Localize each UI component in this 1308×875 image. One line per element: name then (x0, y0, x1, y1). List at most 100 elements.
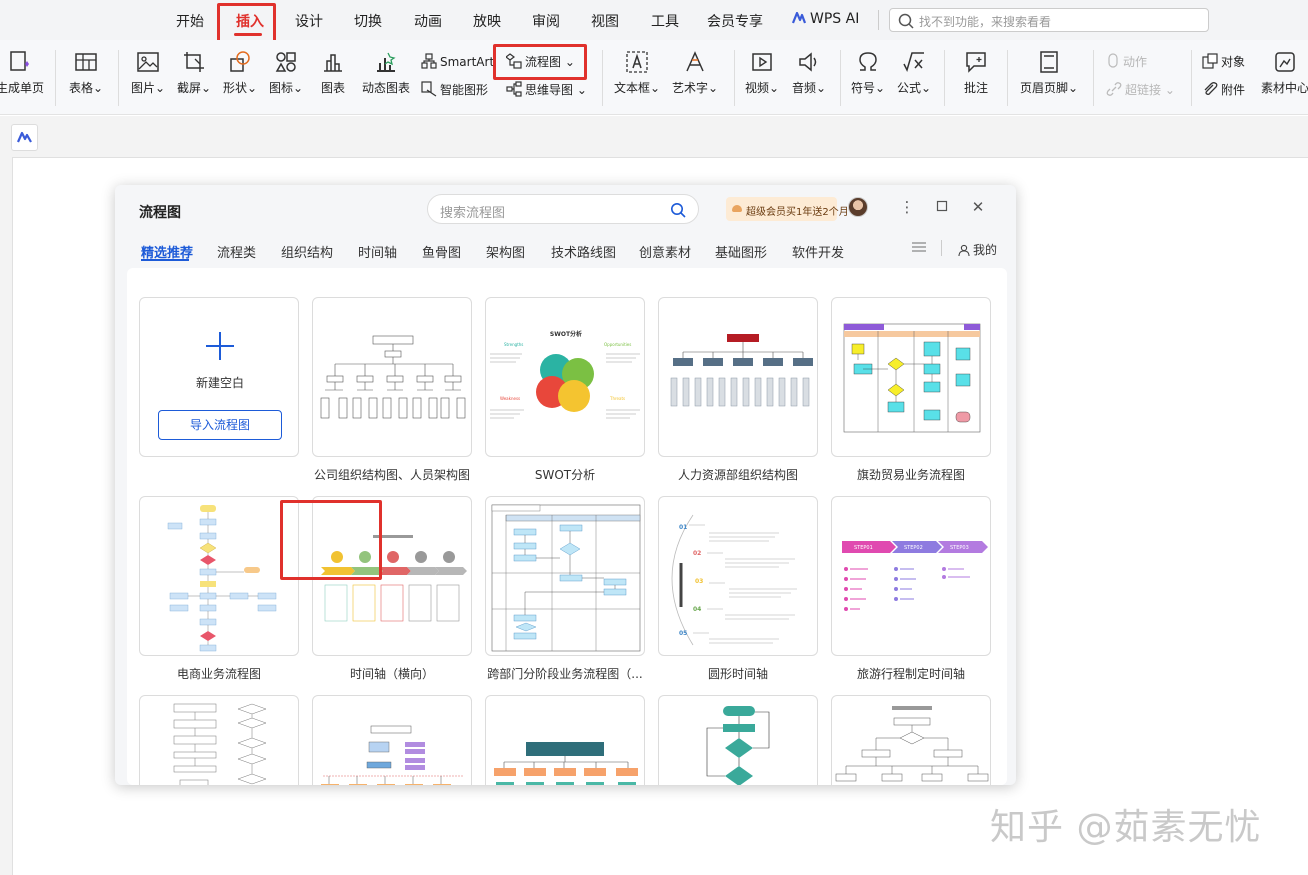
wordart-button[interactable]: 艺术字⌄ (670, 50, 720, 96)
action-button[interactable]: 动作 (1106, 53, 1147, 70)
template-card-row3-4[interactable] (658, 695, 818, 785)
tab-creative[interactable]: 创意素材 (639, 242, 691, 261)
template-search-input[interactable]: 搜索流程图 (427, 194, 699, 224)
menu-vip[interactable]: 会员专享 (707, 11, 763, 31)
my-templates-button[interactable]: 我的 (958, 241, 997, 258)
menu-animation[interactable]: 动画 (414, 11, 442, 31)
plus-icon (206, 332, 234, 360)
tab-architecture[interactable]: 架构图 (486, 242, 525, 261)
tab-process[interactable]: 流程类 (217, 242, 256, 261)
template-card-row3-1[interactable] (139, 695, 299, 785)
menu-tools[interactable]: 工具 (651, 11, 679, 31)
chart-button[interactable]: 图表 (313, 50, 353, 96)
smart-shape-button[interactable]: 智能图形 (421, 81, 488, 98)
more-options-icon[interactable]: ⋮ (898, 198, 916, 216)
wps-ai-side-button[interactable] (11, 124, 38, 151)
menu-review[interactable]: 审阅 (532, 11, 560, 31)
menu-view[interactable]: 视图 (591, 11, 619, 31)
tab-timeline[interactable]: 时间轴 (358, 242, 397, 261)
swot-opportunities: Opportunities (604, 342, 631, 347)
attachment-button[interactable]: 附件 (1202, 81, 1245, 98)
search-icon[interactable] (670, 202, 686, 218)
video-button[interactable]: 视频⌄ (742, 50, 782, 96)
wps-ai-logo-icon (16, 131, 32, 143)
user-icon (958, 244, 970, 257)
picture-button[interactable]: 图片⌄ (128, 50, 168, 96)
template-card-row3-5[interactable] (831, 695, 991, 785)
menu-transition[interactable]: 切换 (354, 11, 382, 31)
generate-page-button[interactable]: 生成单页 (0, 50, 46, 96)
formula-button[interactable]: 公式⌄ (894, 50, 934, 96)
template-card-horizontal-timeline[interactable] (312, 496, 472, 656)
smartart-button[interactable]: SmartArt (421, 53, 494, 69)
hyperlink-button[interactable]: 超链接 ⌄ (1106, 81, 1175, 98)
comment-button[interactable]: 批注 (956, 50, 996, 96)
icon-library-icon (275, 52, 296, 72)
template-card-row3-3[interactable] (485, 695, 645, 785)
shape-label: 形状⌄ (222, 81, 258, 95)
maximize-icon[interactable] (933, 198, 951, 216)
template-card-row3-2[interactable] (312, 695, 472, 785)
screenshot-label: 截屏⌄ (176, 81, 212, 95)
table-button[interactable]: 表格⌄ (66, 50, 106, 96)
template-card-swot[interactable]: SWOT分析 Strengths Opportunities Weakness … (485, 297, 645, 457)
template-thumbnail (321, 725, 463, 785)
list-view-icon[interactable] (912, 242, 926, 252)
toolbar-divider (55, 50, 56, 106)
template-card-cross-dept-flow[interactable] (485, 496, 645, 656)
menu-design[interactable]: 设计 (295, 11, 323, 31)
icon-library-button[interactable]: 图标⌄ (266, 50, 306, 96)
shape-button[interactable]: 形状⌄ (220, 50, 260, 96)
dynamic-chart-label: 动态图表 (361, 81, 410, 95)
toolbar-divider (118, 50, 119, 106)
close-icon[interactable]: ✕ (969, 198, 987, 216)
vip-promo-badge[interactable]: 超级会员买1年送2个月 (726, 197, 849, 221)
generate-page-icon (10, 51, 29, 71)
material-center-button[interactable]: 素材中心 (1259, 50, 1308, 96)
symbol-button[interactable]: 符号⌄ (848, 50, 888, 96)
template-caption: 电商业务流程图 (176, 667, 261, 681)
swot-title: SWOT分析 (550, 330, 582, 338)
tab-org-structure[interactable]: 组织结构 (281, 242, 333, 261)
header-footer-icon (1040, 51, 1058, 73)
menu-slideshow[interactable]: 放映 (473, 11, 501, 31)
travel-step: STEP01 (854, 545, 873, 551)
template-card-travel-timeline[interactable]: STEP01 STEP02 STEP03 (831, 496, 991, 656)
generate-page-label: 生成单页 (0, 81, 44, 95)
tab-software-dev[interactable]: 软件开发 (792, 242, 844, 261)
omega-icon (859, 52, 877, 71)
audio-button[interactable]: 音频⌄ (789, 50, 829, 96)
audio-icon (799, 52, 817, 72)
feature-search-input[interactable]: 找不到功能，来搜索看看 (889, 8, 1209, 32)
new-blank-button[interactable]: 新建空白 (140, 298, 298, 398)
menu-start[interactable]: 开始 (176, 11, 204, 31)
template-card-hr-org[interactable] (658, 297, 818, 457)
template-grid: 新建空白 导入流程图 SWOT分析 Strengths Opportunitie… (127, 268, 1007, 785)
wps-ai-button[interactable]: WPS AI (792, 11, 859, 27)
toolbar-divider (734, 50, 735, 106)
textbox-button[interactable]: 文本框⌄ (612, 50, 662, 96)
tab-fishbone[interactable]: 鱼骨图 (422, 242, 461, 261)
template-card-ecommerce-flow[interactable] (139, 496, 299, 656)
wps-ai-logo-icon (792, 12, 806, 24)
screenshot-button[interactable]: 截屏⌄ (174, 50, 214, 96)
template-card-circle-timeline[interactable]: 01 02 03 04 05 (658, 496, 818, 656)
avatar[interactable] (848, 197, 868, 217)
new-blank-label: 新建空白 (195, 376, 244, 390)
template-card-company-org[interactable] (312, 297, 472, 457)
template-card-trade-flow[interactable] (831, 297, 991, 457)
dynamic-chart-button[interactable]: 动态图表 (360, 50, 412, 96)
object-label: 对象 (1221, 55, 1246, 69)
header-footer-button[interactable]: 页眉页脚⌄ (1017, 50, 1081, 96)
import-flowchart-button[interactable]: 导入流程图 (158, 410, 282, 440)
flowchart-button[interactable]: 流程图 ⌄ (505, 53, 575, 70)
dialog-title: 流程图 (139, 205, 181, 221)
dynamic-chart-icon (377, 52, 396, 72)
object-button[interactable]: 对象 (1202, 53, 1245, 70)
tab-basic-shapes[interactable]: 基础图形 (715, 242, 767, 261)
comment-icon (966, 52, 986, 73)
mindmap-button[interactable]: 思维导图 ⌄ (506, 81, 587, 98)
menu-insert[interactable]: 插入 (236, 11, 264, 31)
ribbon-toolbar: 生成单页 表格⌄ 图片⌄ 截屏⌄ 形状⌄ 图标⌄ 图表 动态图表 SmartAr… (0, 40, 1308, 115)
tab-tech-roadmap[interactable]: 技术路线图 (551, 242, 616, 261)
